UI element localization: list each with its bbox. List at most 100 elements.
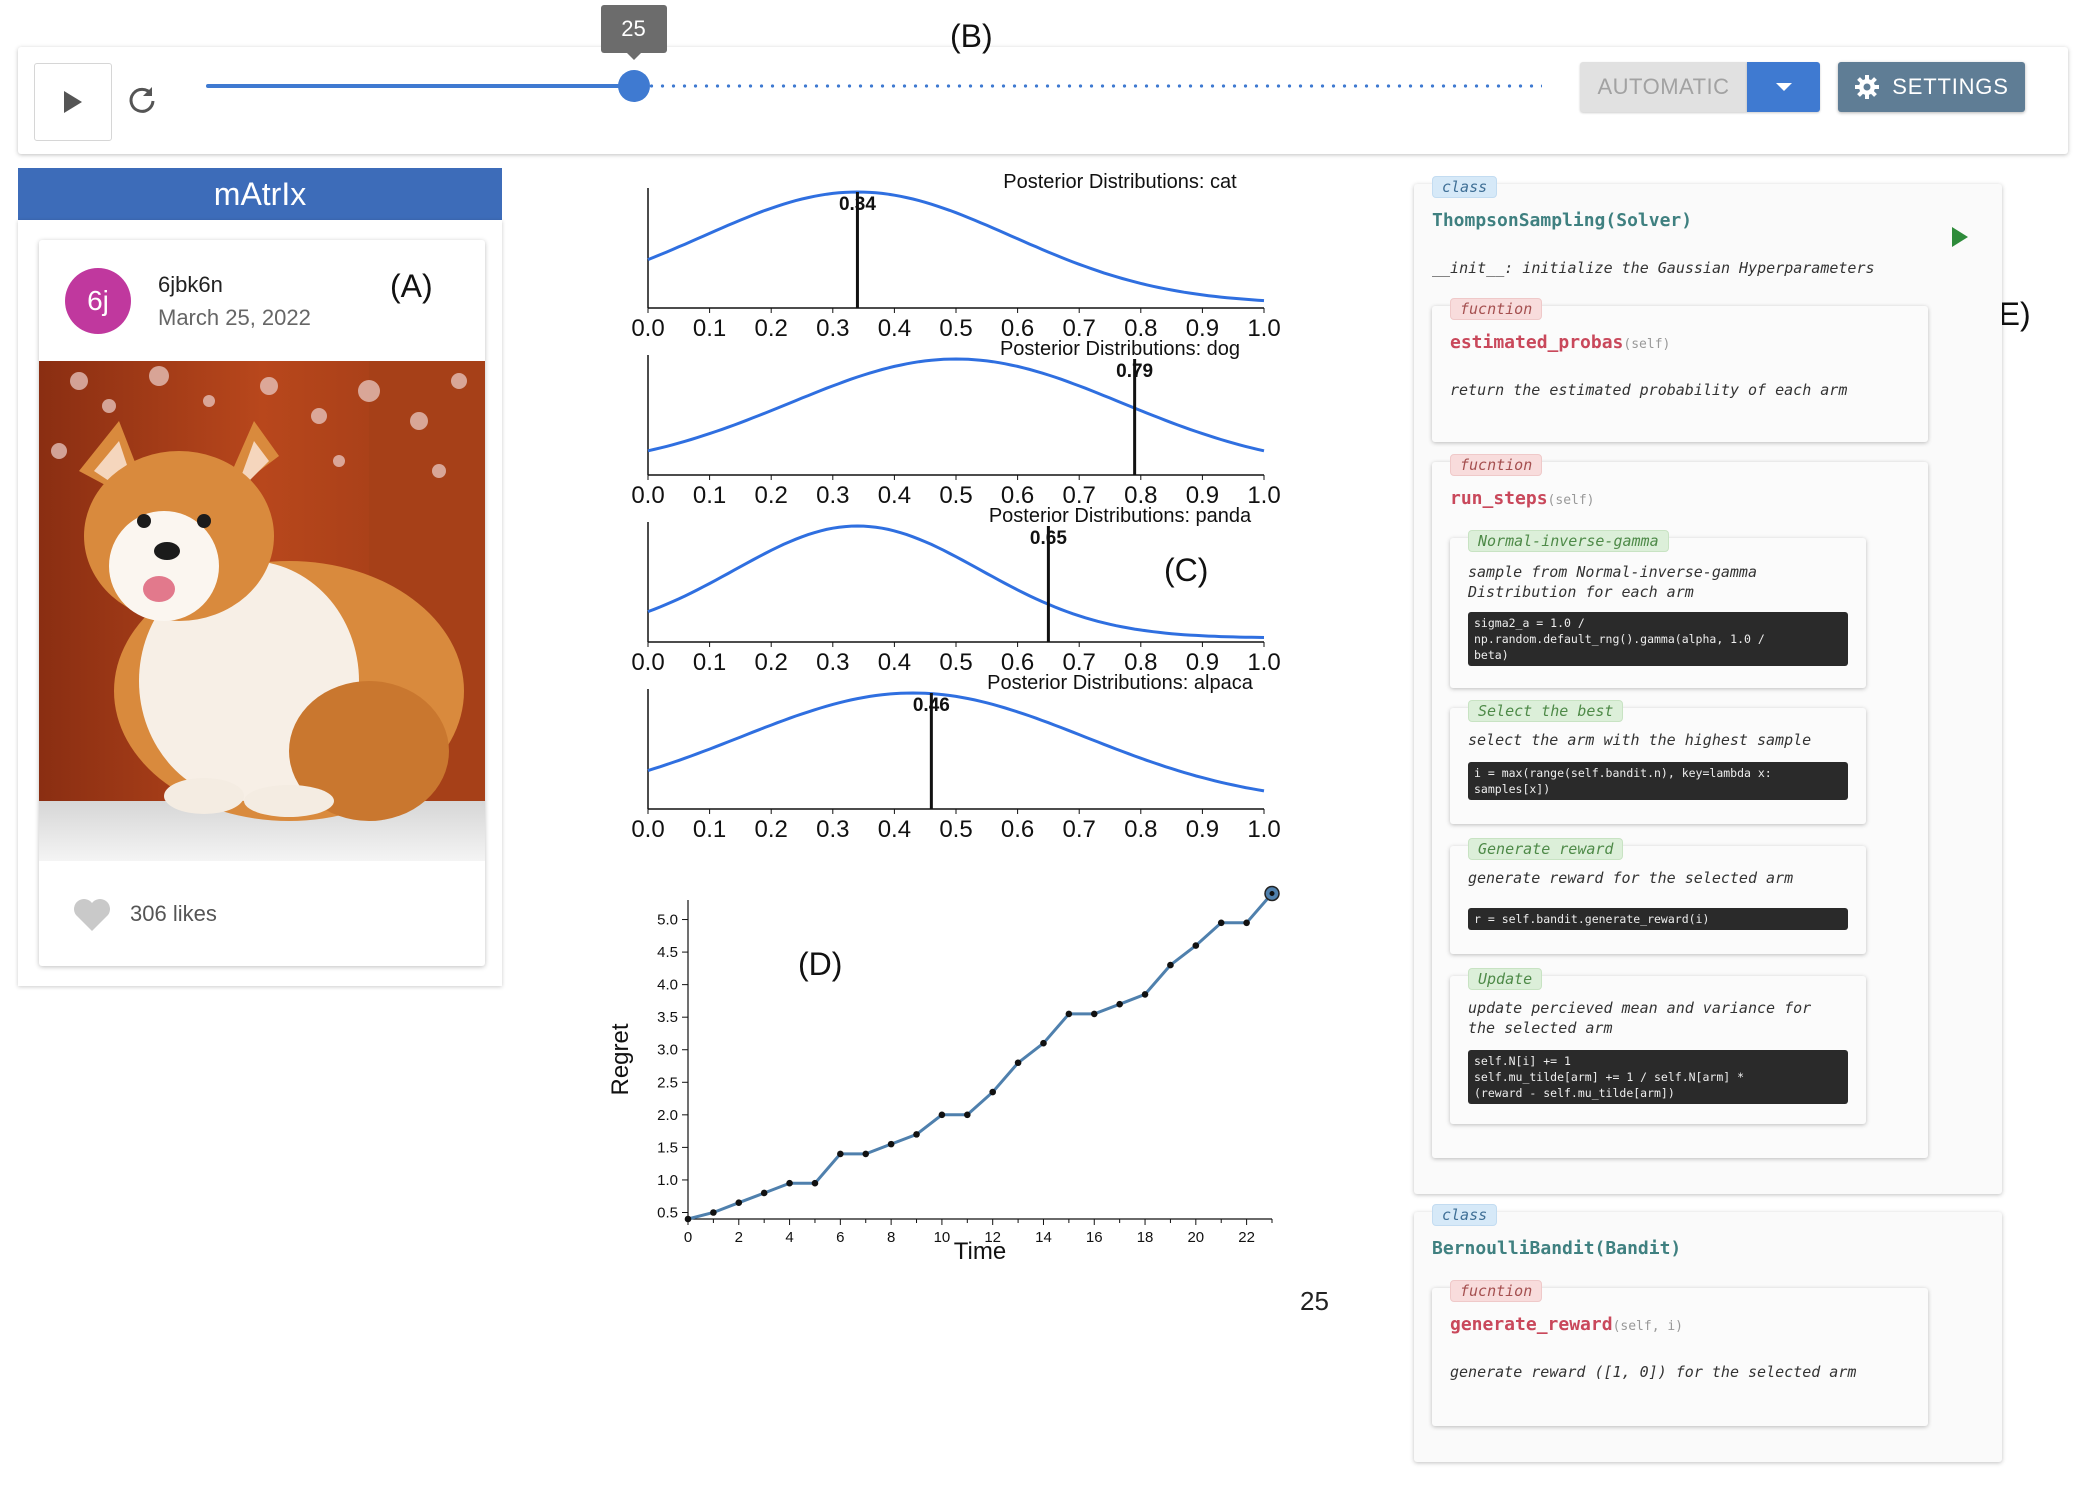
play-button[interactable] [34,63,112,141]
function-chip: fucntion [1450,454,1543,476]
post-username: 6jbk6n [158,272,223,297]
class-chip: class [1432,176,1498,198]
y-tick-label: 4.5 [657,944,678,961]
mean-label: 0.65 [1030,528,1067,549]
x-tick-label: 0.3 [816,816,849,843]
x-tick-label: 0.2 [755,482,788,509]
regret-point [811,1179,819,1187]
y-tick-label: 3.5 [657,1009,678,1026]
posterior-curve [647,357,1265,453]
regret-point [1167,961,1174,969]
x-tick-label: 0.6 [1001,816,1034,843]
regret-chart: 0.51.01.52.02.53.03.54.04.55.00 2 4 6 8 10 12 1… [607,885,1280,1265]
regret-point [1014,1059,1022,1067]
y-tick-label: 5.0 [657,912,678,929]
step-description: sample from Normal-inverse-gamma Distrib… [1468,563,1757,601]
regret-point [989,1088,996,1096]
y-tick-label: 0.5 [657,1204,678,1221]
function-chip: fucntion [1450,1280,1543,1302]
x-tick-label: 0.1 [693,315,726,342]
class-name-bernoulli: BernoulliBandit(Bandit) [1432,1238,1682,1259]
step-description: generate reward for the selected arm [1468,869,1794,887]
regret-point [1116,1000,1123,1008]
function-name-run-steps: run_steps(self) [1450,488,1595,509]
x-tick-label: 0.2 [755,315,788,342]
regret-point [1192,942,1200,949]
function-card-estimated-probas [1432,306,1928,442]
regret-point [760,1189,768,1197]
step-code: i = max(range(self.bandit.n), key=lambda… [1468,762,1848,800]
x-tick-label: 0.7 [1063,816,1096,843]
timestep-slider-fill [206,84,634,88]
step-chip: Normal-inverse-gamma [1468,530,1669,552]
play-icon [64,91,82,113]
regret-point [1243,919,1250,927]
x-tick-label: 0.4 [878,649,911,676]
x-tick-label: 0.2 [755,649,788,676]
x-tick-label: 20 [1187,1229,1204,1246]
x-tick-label: 4 [785,1229,793,1246]
function-description: return the estimated probability of each… [1450,381,1848,399]
posterior-curve [647,190,1265,303]
x-tick-label: 10 [934,1229,951,1246]
mode-dropdown-button[interactable] [1747,62,1820,112]
posterior-title: Posterior Distributions: cat [1003,171,1237,193]
regret-point [710,1209,717,1216]
x-tick-label: 0.3 [816,315,849,342]
x-tick-label: 0.5 [939,482,972,509]
y-tick-label: 2.5 [657,1074,678,1091]
x-tick-label: 0.4 [878,816,911,843]
y-tick-label: 1.0 [657,1172,678,1189]
posterior-title: Posterior Distributions: dog [1000,338,1240,360]
function-chip: fucntion [1450,298,1543,320]
caret-down-icon [1775,83,1792,91]
function-description: generate reward ([1, 0]) for the selecte… [1450,1363,1857,1381]
posterior-title: Posterior Distributions: alpaca [987,672,1254,694]
settings-button[interactable]: SETTINGS [1838,62,2025,112]
x-tick-label: 2 [735,1229,743,1246]
mode-button[interactable]: AUTOMATIC [1580,62,1747,112]
y-axis-title: Regret [607,1023,634,1095]
regret-point [1269,890,1275,896]
regret-point [1065,1010,1073,1018]
mean-label: 0.79 [1116,361,1153,382]
regret-point [735,1199,743,1207]
heart-icon[interactable] [72,898,112,932]
x-tick-label: 0.4 [878,482,911,509]
mean-label: 0.34 [839,194,876,215]
step-code: sigma2_a = 1.0 / np.random.default_rng()… [1468,612,1848,666]
regret-point [1141,991,1149,998]
x-tick-label: 0.5 [939,816,972,843]
step-chip: Select the best [1468,700,1624,722]
x-tick-label: 0.9 [1186,816,1219,843]
y-tick-label: 1.5 [657,1139,678,1156]
x-tick-label: 0.8 [1124,816,1157,843]
annotation-c: (C) [1164,552,1209,588]
step-chip: Update [1468,968,1543,990]
x-tick-label: 0.3 [816,649,849,676]
step-description: update percieved mean and variance for t… [1468,999,1812,1037]
reload-button[interactable] [120,78,164,122]
posterior-curve [647,691,1265,793]
run-play-icon[interactable] [1950,226,1970,248]
gear-icon [1855,75,1880,99]
avatar[interactable]: 6j [65,268,131,334]
step-card [1450,846,1866,954]
settings-label: SETTINGS [1892,74,2009,99]
regret-point [786,1179,793,1187]
x-tick-label: 0 [684,1229,692,1246]
init-description: __init__: initialize the Gaussian Hyperp… [1432,259,1875,277]
annotation-b: (B) [950,18,993,54]
annotation-d: (D) [798,946,843,982]
slider-value-tooltip: 25 [600,5,667,60]
y-tick-label: 3.0 [657,1042,678,1059]
mean-label: 0.46 [913,695,950,716]
x-tick-label: 18 [1137,1229,1154,1246]
x-tick-label: 1.0 [1247,315,1280,342]
likes-count: 306 likes [130,901,217,926]
function-name-estimated-probas: estimated_probas(self) [1450,332,1671,353]
x-tick-label: 22 [1238,1229,1255,1246]
timestep-slider-thumb[interactable] [617,70,650,102]
x-axis-title: Time [954,1238,1006,1265]
posterior-chart-0: Posterior Distributions: cat 0.0 0.1 0.2 0.3… [631,171,1280,342]
